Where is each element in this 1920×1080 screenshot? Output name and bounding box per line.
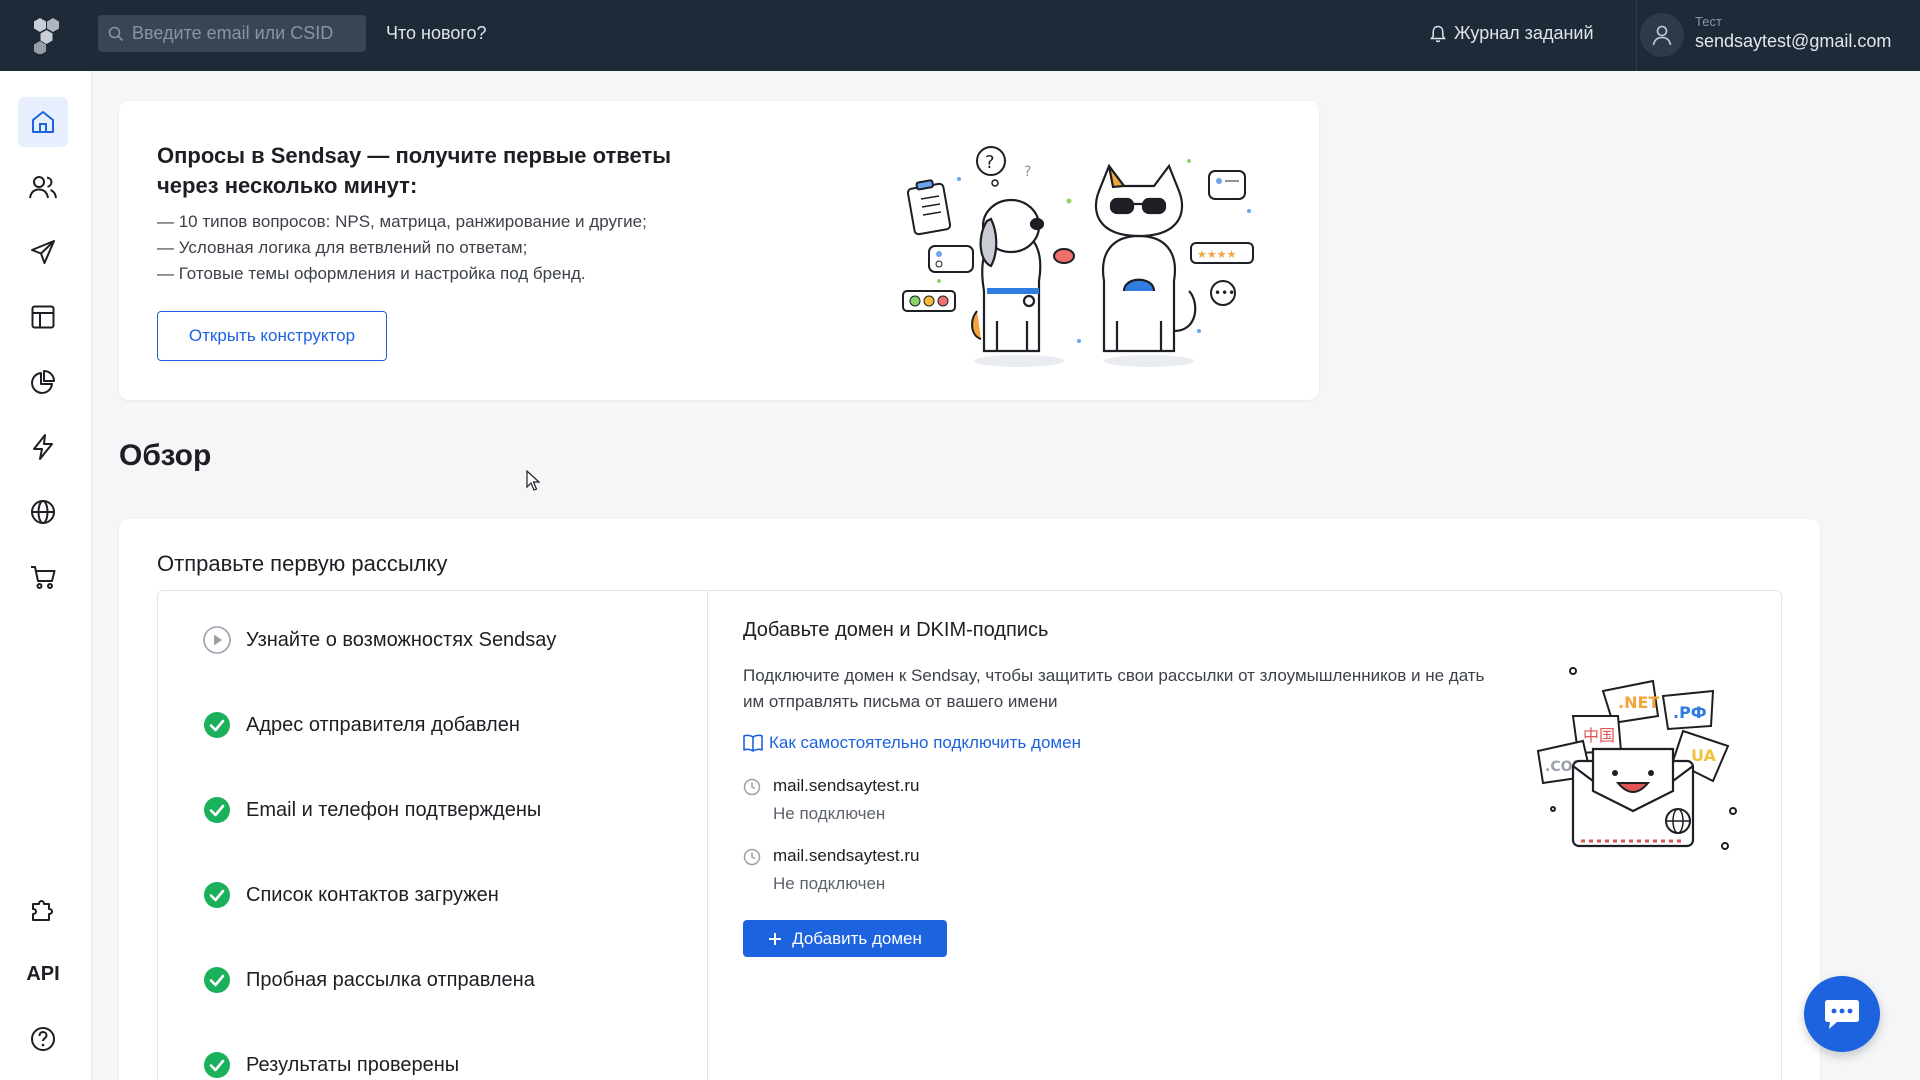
api-label: API [26,962,60,985]
search-box[interactable] [98,15,366,52]
promo-bullet: — 10 типов вопросов: NPS, матрица, ранжи… [157,212,647,231]
users-icon [29,176,57,199]
domain-guide-label: Как самостоятельно подключить домен [769,733,1081,752]
sidebar-item-ecommerce[interactable] [18,552,68,602]
layout-icon [31,305,55,329]
dog-and-cat-illustration: ? ? ★★★★ ••• [902,146,1254,367]
sendsay-logo-icon[interactable] [28,14,68,54]
add-domain-label: Добавить домен [792,928,922,948]
svg-text:•••: ••• [1214,286,1235,300]
setup-step[interactable]: Email и телефон подтверждены [202,795,541,825]
check-circle-icon [202,795,232,825]
bell-icon [1430,25,1446,42]
flag-cn-label: 中国 [1583,726,1615,745]
promo-bullet: — Условная логика для ветвлений по ответ… [157,238,528,257]
setup-step-label: Email и телефон подтверждены [246,798,542,821]
setup-step[interactable]: Пробная рассылка отправлена [202,965,535,995]
first-campaign-card: Отправьте первую рассылку Узнайте о возм… [119,519,1820,1080]
domain-step-detail: Добавьте домен и DKIM-подпись Подключите… [743,591,1783,1080]
flag-net-label: .NET [1618,693,1659,712]
top-bar: Что нового? Журнал заданий Тест sendsayt… [0,0,1920,71]
flag-ua-label: UA [1691,746,1717,765]
open-constructor-button[interactable]: Открыть конструктор [157,311,387,361]
search-input[interactable] [132,23,352,44]
sidebar-item-automation[interactable] [18,422,68,472]
sidebar-item-templates[interactable] [18,292,68,342]
sidebar-item-api[interactable]: API [18,949,68,999]
setup-step-label: Результаты проверены [246,1053,460,1076]
help-icon [31,1027,55,1051]
setup-step[interactable]: Список контактов загружен [202,880,499,910]
setup-step[interactable]: Адрес отправителя добавлен [202,710,520,740]
user-role: Тест [1695,14,1722,29]
puzzle-icon [32,900,53,921]
sidebar-item-contacts[interactable] [18,162,68,212]
envelope-domains-illustration: .NET .РФ 中国 .COM UA [1536,667,1737,850]
flag-rf-label: .РФ [1673,703,1707,722]
globe-icon [31,500,55,524]
chat-icon [1825,1000,1859,1029]
domain-item: mail.sendsaytest.ru Не подключен [743,776,919,824]
send-icon [31,240,55,264]
sidebar-item-campaigns[interactable] [18,227,68,277]
clock-icon [743,848,761,866]
setup-step-label: Адрес отправителя добавлен [246,713,520,736]
domain-guide-link[interactable]: Как самостоятельно подключить домен [743,733,1081,753]
support-chat-button[interactable] [1804,976,1880,1052]
whats-new-link[interactable]: Что нового? [386,23,487,44]
setup-panel: Узнайте о возможностях Sendsay Адрес отп… [157,590,1782,1080]
pie-chart-icon [31,370,55,394]
surveys-promo-card: Опросы в Sendsay — получите первые ответ… [119,101,1319,400]
detail-title: Добавьте домен и DKIM-подпись [743,619,1049,641]
sidebar-item-analytics[interactable] [18,357,68,407]
promo-title: Опросы в Sendsay — получите первые ответ… [157,143,672,198]
domain-status: Не подключен [773,874,886,893]
domain-name: mail.sendsaytest.ru [773,776,920,795]
sidebar-item-help[interactable] [18,1014,68,1064]
clock-icon [743,778,761,796]
setup-step-label: Узнайте о возможностях Sendsay [246,628,557,651]
svg-text:★★★★: ★★★★ [1197,248,1237,261]
mouse-cursor-icon [526,470,540,491]
user-icon [1652,25,1672,46]
setup-step[interactable]: Результаты проверены [202,1050,459,1080]
setup-step[interactable]: Узнайте о возможностях Sendsay [202,625,556,655]
overview-title: Обзор [119,439,212,472]
plus-icon [769,932,782,945]
promo-bullet: — Готовые темы оформления и настройка по… [157,264,586,283]
add-domain-button[interactable]: Добавить домен [743,920,947,957]
check-circle-icon [202,1050,232,1080]
sidebar-item-home[interactable] [18,97,68,147]
svg-text:?: ? [985,152,995,173]
sidebar: API [0,71,92,1080]
promo-bullets: — 10 типов вопросов: NPS, матрица, ранжи… [157,209,647,287]
search-icon [108,26,124,41]
sidebar-item-sites[interactable] [18,487,68,537]
check-circle-icon [202,965,232,995]
domain-item: mail.sendsaytest.ru Не подключен [743,846,919,894]
play-circle-icon [202,625,232,655]
setup-step-label: Список контактов загружен [246,883,499,906]
setup-step-label: Пробная рассылка отправлена [246,968,535,991]
domain-name: mail.sendsaytest.ru [773,846,920,865]
user-divider [1636,0,1637,71]
sidebar-item-integrations[interactable] [18,884,68,934]
setup-title: Отправьте первую рассылку [157,551,448,576]
cart-icon [31,566,56,589]
journal-label: Журнал заданий [1454,23,1594,43]
detail-description: Подключите домен к Sendsay, чтобы защити… [743,666,1485,711]
domain-status: Не подключен [773,804,886,823]
home-icon [32,111,54,133]
setup-steps-list: Узнайте о возможностях Sendsay Адрес отп… [158,591,708,1080]
check-circle-icon [202,710,232,740]
journal-link[interactable]: Журнал заданий [1430,23,1594,44]
check-circle-icon [202,880,232,910]
book-icon [743,734,763,752]
user-email[interactable]: sendsaytest@gmail.com [1695,31,1891,52]
avatar[interactable] [1640,13,1684,57]
svg-text:?: ? [1024,164,1031,180]
lightning-icon [33,434,53,460]
